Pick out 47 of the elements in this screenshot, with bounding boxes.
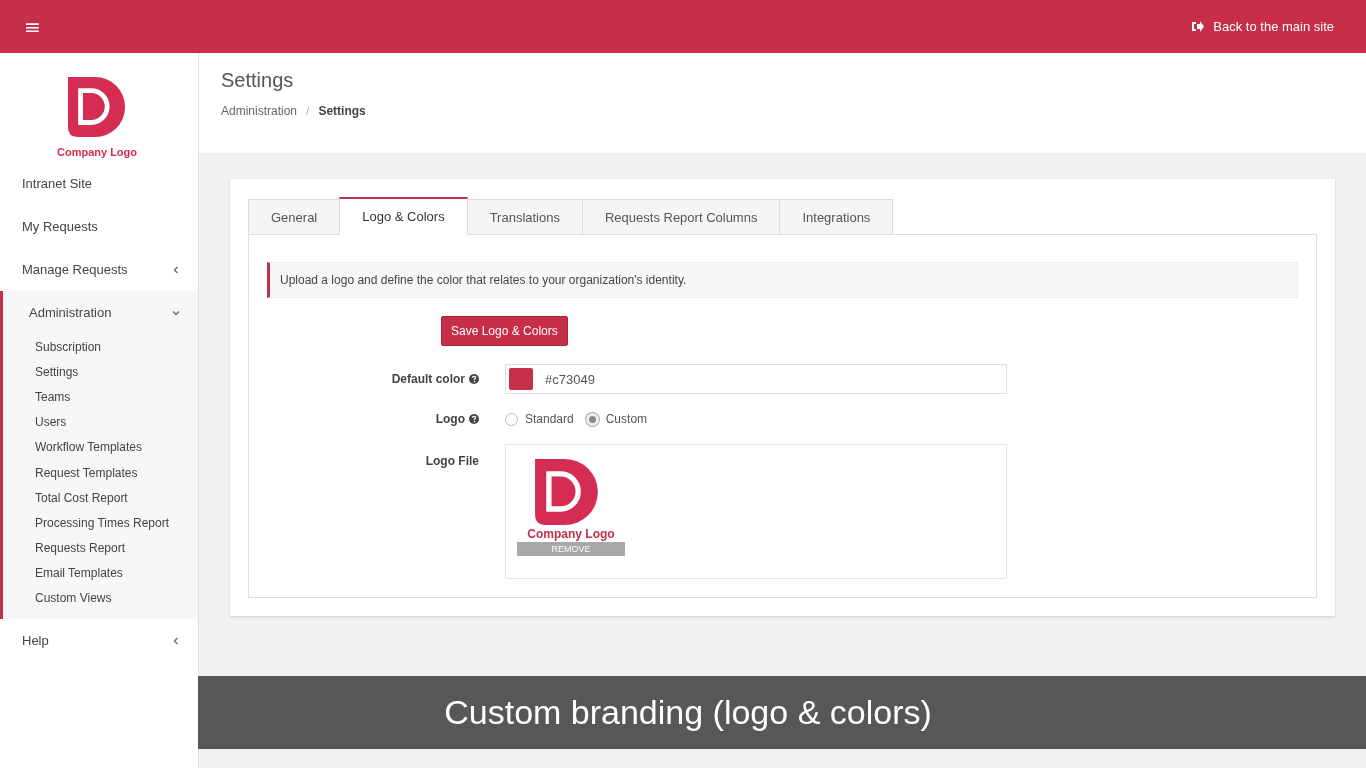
caption-banner: Custom branding (logo & colors): [198, 676, 1366, 749]
color-input-field[interactable]: #c73049: [505, 364, 1007, 394]
tab[interactable]: Translations: [466, 199, 583, 235]
radio-label[interactable]: Standard: [525, 412, 574, 426]
nav-subitem[interactable]: Processing Times Report: [3, 510, 198, 536]
nav-subitem[interactable]: Settings: [3, 359, 198, 385]
exit-icon: [1192, 21, 1205, 32]
save-button[interactable]: Save Logo & Colors: [441, 316, 568, 346]
nav-item[interactable]: Manage Requests: [0, 248, 198, 291]
logo-icon: [535, 459, 599, 525]
nav-subitem[interactable]: Custom Views: [3, 585, 198, 612]
color-swatch[interactable]: [509, 368, 533, 390]
nav-subitem[interactable]: Request Templates: [3, 459, 198, 486]
nav-item[interactable]: Help: [0, 619, 198, 663]
help-icon: [469, 374, 479, 384]
nav-subitem[interactable]: Users: [3, 409, 198, 435]
breadcrumb-separator: /: [306, 104, 310, 118]
help-icon: [469, 414, 479, 424]
logo-icon: [68, 77, 126, 137]
nav-subitem[interactable]: Workflow Templates: [3, 434, 198, 460]
menu-button[interactable]: ≡: [18, 14, 47, 39]
tab[interactable]: Requests Report Columns: [581, 199, 781, 235]
chevron-icon: [172, 308, 180, 317]
tab[interactable]: Integrations: [779, 199, 894, 235]
tab[interactable]: General: [248, 199, 341, 235]
logo-text: Company Logo: [56, 146, 138, 158]
nav-subitem[interactable]: Requests Report: [3, 535, 198, 561]
back-link[interactable]: Back to the main site: [1192, 19, 1334, 34]
field-label: Default color: [391, 372, 465, 386]
nav-subitem[interactable]: Email Templates: [3, 560, 198, 586]
chevron-icon: [172, 636, 180, 645]
breadcrumb-link[interactable]: Settings: [318, 104, 366, 118]
nav-subitem[interactable]: Total Cost Report: [3, 485, 198, 511]
nav-item[interactable]: My Requests: [0, 205, 198, 248]
nav-subitem[interactable]: Teams: [3, 384, 198, 410]
nav-item[interactable]: Administration: [0, 291, 198, 334]
chevron-icon: [172, 265, 180, 274]
tab[interactable]: Logo & Colors: [339, 197, 468, 235]
radio-label[interactable]: Custom: [605, 412, 648, 426]
info-notice: Upload a logo and define the color that relates to your organization's identity.: [267, 262, 1298, 298]
nav-item[interactable]: Intranet Site: [0, 162, 198, 205]
nav-subitem[interactable]: Subscription: [3, 334, 198, 360]
page-title: Settings: [221, 69, 295, 92]
logo-text: Company Logo: [527, 527, 615, 541]
field-label: Logo File: [425, 454, 479, 468]
breadcrumb-link[interactable]: Administration: [221, 104, 298, 118]
field-label: Logo: [435, 412, 465, 426]
